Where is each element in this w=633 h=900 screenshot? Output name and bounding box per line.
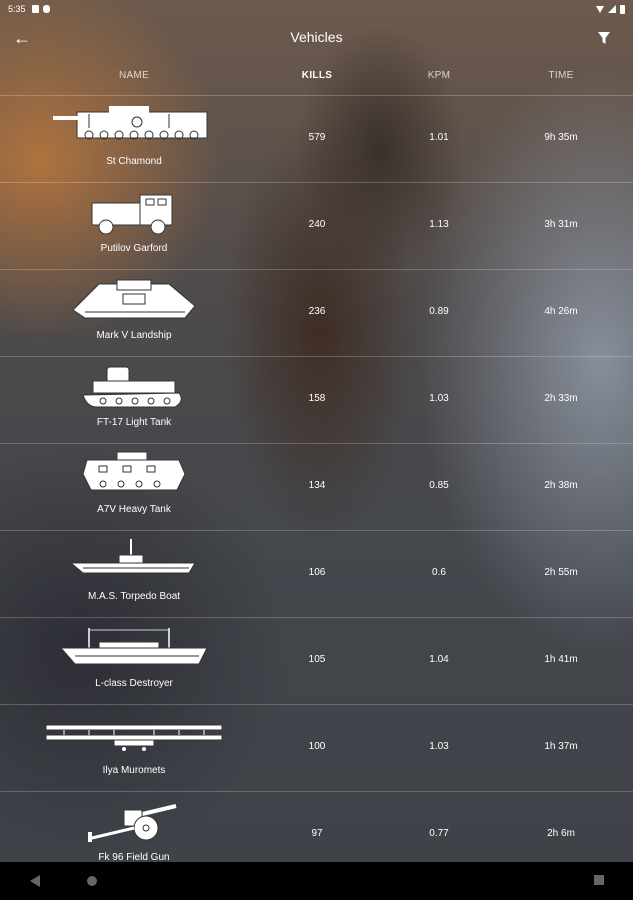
nav-back-icon[interactable] — [29, 874, 41, 888]
torpedo-boat-icon — [69, 539, 196, 574]
vehicle-row[interactable]: Ilya Muromets 100 1.03 1h 37m — [0, 704, 633, 791]
kpm-value: 1.03 — [429, 393, 449, 404]
time-value: 2h 6m — [547, 828, 575, 839]
time-value: 1h 37m — [544, 741, 578, 752]
nav-recents-icon[interactable] — [593, 874, 605, 886]
vehicle-list: St Chamond 579 1.01 9h 35m Putilov Garfo… — [0, 95, 633, 878]
kills-value: 100 — [308, 741, 326, 752]
vehicle-name: Putilov Garford — [100, 243, 168, 254]
bomber-plane-icon — [45, 724, 223, 751]
kpm-value: 0.89 — [429, 306, 449, 317]
vehicle-row[interactable]: St Chamond 579 1.01 9h 35m — [0, 95, 633, 182]
time-value: 1h 41m — [544, 654, 578, 665]
kpm-value: 0.6 — [432, 567, 446, 578]
shield-notification-icon — [42, 5, 50, 13]
kpm-value: 1.13 — [429, 219, 449, 230]
kills-value: 97 — [311, 828, 323, 839]
vehicle-row[interactable]: M.A.S. Torpedo Boat 106 0.6 2h 55m — [0, 530, 633, 617]
status-time: 5:35 — [8, 4, 26, 14]
kills-value: 134 — [308, 480, 326, 491]
vehicle-name: A7V Heavy Tank — [97, 504, 171, 515]
battery-icon — [620, 4, 625, 14]
time-value: 4h 26m — [544, 306, 578, 317]
vehicle-name: St Chamond — [106, 156, 162, 167]
vehicle-row[interactable]: Putilov Garford 240 1.13 3h 31m — [0, 182, 633, 269]
vehicle-row[interactable]: Mark V Landship 236 0.89 4h 26m — [0, 269, 633, 356]
time-value: 2h 38m — [544, 480, 578, 491]
destroyer-icon — [59, 628, 208, 665]
status-bar: 5:35 — [0, 0, 633, 18]
kills-value: 158 — [308, 393, 326, 404]
time-value: 9h 35m — [544, 132, 578, 143]
light-tank-icon — [82, 366, 182, 408]
vehicle-name: L-class Destroyer — [95, 678, 173, 689]
vehicle-row[interactable]: FT-17 Light Tank 158 1.03 2h 33m — [0, 356, 633, 443]
kpm-value: 1.03 — [429, 741, 449, 752]
tank-icon — [53, 106, 208, 140]
time-value: 3h 31m — [544, 219, 578, 230]
column-header-row: NAME KILLS KPM TIME — [0, 66, 633, 86]
filter-icon[interactable] — [597, 31, 611, 45]
armored-truck-icon — [91, 194, 173, 235]
navigation-bar — [0, 862, 633, 900]
column-header-kpm[interactable]: KPM — [428, 70, 451, 81]
nav-home-icon[interactable] — [85, 874, 99, 888]
page-title: Vehicles — [290, 29, 343, 45]
kpm-value: 0.77 — [429, 828, 449, 839]
vehicle-name: Ilya Muromets — [102, 765, 166, 776]
kills-value: 105 — [308, 654, 326, 665]
vehicle-row[interactable]: L-class Destroyer 105 1.04 1h 41m — [0, 617, 633, 704]
column-header-kills[interactable]: KILLS — [302, 70, 332, 81]
field-gun-icon — [88, 804, 177, 842]
heavy-tank-icon — [82, 451, 186, 491]
kpm-value: 0.85 — [429, 480, 449, 491]
vehicle-name: M.A.S. Torpedo Boat — [87, 591, 181, 602]
kills-value: 579 — [308, 132, 326, 143]
vehicle-name: Mark V Landship — [96, 330, 172, 341]
column-header-time[interactable]: TIME — [548, 70, 573, 81]
kills-value: 106 — [308, 567, 326, 578]
kpm-value: 1.01 — [429, 132, 449, 143]
vehicle-name: FT-17 Light Tank — [96, 417, 172, 428]
kpm-value: 1.04 — [429, 654, 449, 665]
wifi-icon — [596, 5, 604, 13]
kills-value: 240 — [308, 219, 326, 230]
rhomboid-tank-icon — [72, 279, 196, 319]
time-value: 2h 33m — [544, 393, 578, 404]
signal-icon — [608, 5, 616, 13]
time-value: 2h 55m — [544, 567, 578, 578]
column-header-name[interactable]: NAME — [119, 70, 149, 81]
app-bar: ← Vehicles — [0, 18, 633, 58]
kills-value: 236 — [308, 306, 326, 317]
vehicle-row[interactable]: A7V Heavy Tank 134 0.85 2h 38m — [0, 443, 633, 530]
notification-icon — [31, 5, 39, 13]
